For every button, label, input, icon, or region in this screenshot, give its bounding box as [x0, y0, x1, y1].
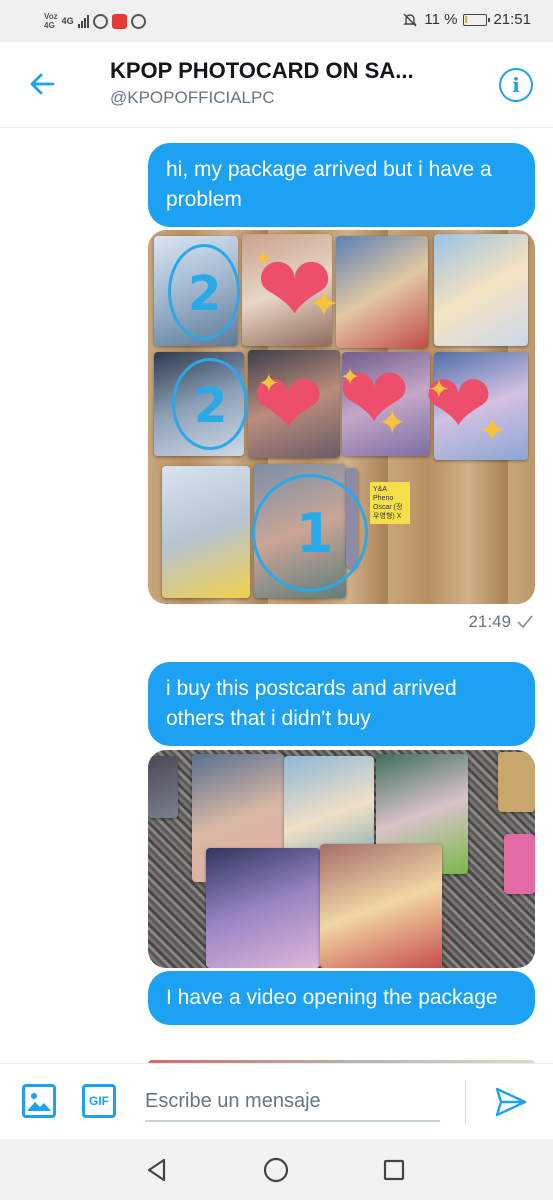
composer: GIF: [0, 1063, 553, 1139]
nav-home-button[interactable]: [259, 1153, 293, 1187]
sparkle-sticker: ✦: [478, 412, 507, 450]
conversation-title-block[interactable]: KPOP PHOTOCARD ON SA... @KPOPOFFICIALPC: [110, 58, 480, 108]
photocard: [162, 466, 250, 598]
sparkle-sticker: ✦: [378, 404, 407, 442]
message-timestamp: 21:49: [468, 612, 533, 632]
status-bar: Voz 4G 4G 11 % 21:51: [0, 0, 553, 42]
signal-icon: [77, 14, 89, 28]
system-nav-bar: [0, 1139, 553, 1200]
send-icon: [495, 1087, 527, 1117]
nav-recent-button[interactable]: [377, 1153, 411, 1187]
pink-item: [504, 834, 535, 894]
battery-percent: 11 %: [424, 11, 458, 28]
pinterest-icon: [130, 13, 146, 29]
clock: 21:51: [493, 11, 531, 28]
battery-icon: [463, 13, 491, 26]
photocard: [434, 234, 528, 346]
timestamp-text: 21:49: [468, 612, 511, 631]
annotation-number: 2: [194, 378, 228, 434]
sticky-note: Y&A Pheno Oscar (정우영형) X: [370, 482, 410, 524]
message-bubble[interactable]: i buy this postcards and arrived others …: [148, 662, 535, 746]
triangle-back-icon: [147, 1158, 166, 1182]
annotation-number: 2: [188, 266, 222, 322]
carrier-label: Voz 4G: [44, 12, 58, 30]
conversation-title: KPOP PHOTOCARD ON SA...: [110, 58, 414, 83]
annotation-number: 1: [296, 502, 334, 565]
status-right: 11 % 21:51: [402, 11, 531, 28]
dm-screen: Voz 4G 4G 11 % 21:51 KPOP PHOTOCARD ON S…: [0, 0, 553, 1200]
notification-app-icon: [111, 13, 127, 29]
send-button[interactable]: [493, 1084, 529, 1120]
message-text: hi, my package arrived but i have a prob…: [166, 158, 492, 211]
info-icon: i: [512, 73, 520, 97]
box: [498, 752, 535, 812]
square-recent-icon: [383, 1159, 405, 1181]
sparkle-sticker: ✦: [308, 284, 340, 326]
whatsapp-icon: [92, 13, 108, 29]
network-label: 4G: [61, 16, 74, 26]
photocard: [148, 756, 178, 818]
back-button[interactable]: [24, 66, 60, 102]
image-icon: [27, 1093, 51, 1111]
check-icon: [517, 615, 533, 629]
info-button[interactable]: i: [499, 68, 533, 102]
message-list[interactable]: hi, my package arrived but i have a prob…: [0, 128, 553, 1063]
arrow-left-icon: [30, 73, 55, 95]
gif-button[interactable]: GIF: [82, 1084, 116, 1118]
sparkle-sticker: ✦: [340, 364, 361, 391]
status-left: Voz 4G 4G: [44, 12, 146, 30]
bell-off-icon: [403, 13, 418, 26]
message-photo[interactable]: ❤ ✦ ✦ ❤ ❤ ❤ ✦ ✦ ✦ ✦ ✦ 2 2 1 Y&A Pheno Os…: [148, 230, 535, 604]
message-bubble[interactable]: I have a video opening the package: [148, 971, 535, 1025]
conversation-header: KPOP PHOTOCARD ON SA... @KPOPOFFICIALPC …: [0, 42, 553, 128]
gif-icon: GIF: [89, 1094, 109, 1108]
photocard: [320, 844, 442, 968]
photocard: [336, 236, 428, 348]
composer-divider: [465, 1080, 466, 1124]
nav-back-button[interactable]: [140, 1153, 174, 1187]
sparkle-sticker: ✦: [258, 368, 280, 398]
message-text: i buy this postcards and arrived others …: [166, 677, 457, 730]
sparkle-sticker: ✦: [254, 246, 273, 271]
message-bubble[interactable]: hi, my package arrived but i have a prob…: [148, 143, 535, 227]
circle-home-icon: [263, 1157, 289, 1183]
battery-fill: [465, 15, 468, 23]
message-photo[interactable]: [148, 750, 535, 968]
message-input[interactable]: [145, 1082, 440, 1122]
image-button[interactable]: [22, 1084, 56, 1118]
photocard: [206, 848, 320, 968]
conversation-handle: @KPOPOFFICIALPC: [110, 88, 275, 107]
message-text: I have a video opening the package: [166, 986, 498, 1009]
sparkle-sticker: ✦: [428, 374, 450, 404]
